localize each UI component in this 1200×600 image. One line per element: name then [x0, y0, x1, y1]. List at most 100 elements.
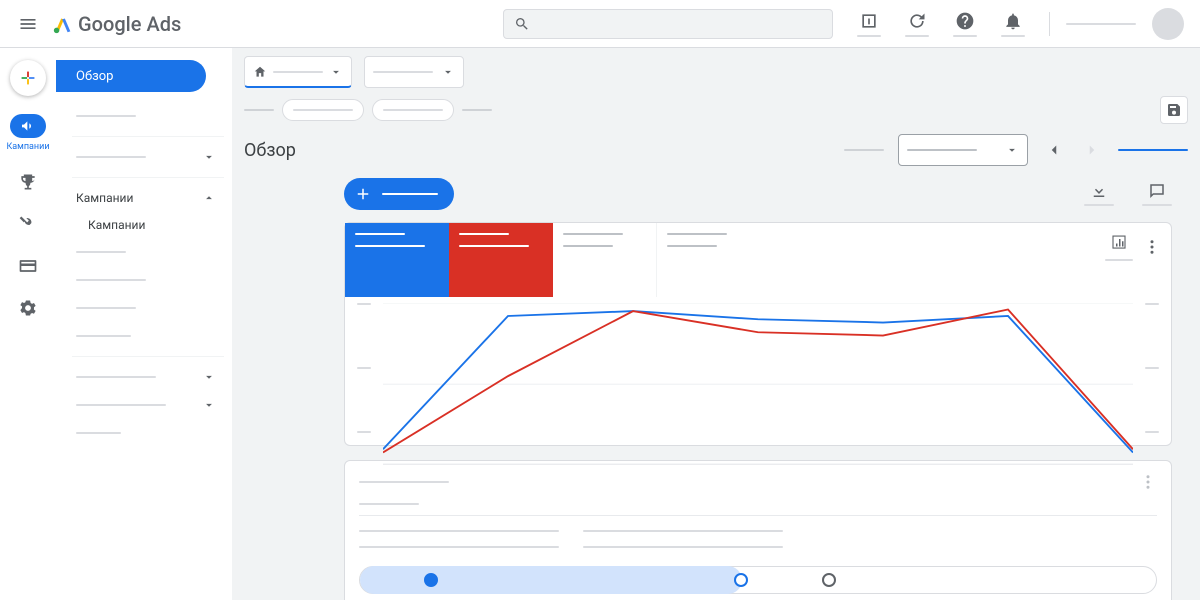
- chevron-down-icon: [202, 370, 216, 384]
- filter-chip[interactable]: [282, 99, 364, 121]
- nav-item-overview[interactable]: Обзор: [56, 60, 206, 92]
- rail-item-campaigns[interactable]: Кампании: [4, 114, 52, 152]
- new-campaign-button[interactable]: [344, 178, 454, 210]
- chevron-down-icon: [1005, 143, 1019, 157]
- date-next-button[interactable]: [1080, 138, 1104, 162]
- nav-item[interactable]: [56, 322, 224, 350]
- scope-selector-account[interactable]: [244, 56, 352, 88]
- scorecard-row: [345, 223, 1171, 297]
- header-search: [503, 9, 833, 39]
- scorecard-metric-3[interactable]: [553, 223, 657, 297]
- plus-icon: [17, 67, 39, 89]
- filter-chip-row: [232, 96, 1200, 134]
- rail-item-tools[interactable]: [4, 212, 52, 236]
- rail-item-goals[interactable]: [4, 170, 52, 194]
- chevron-down-icon: [329, 65, 343, 79]
- refresh-button[interactable]: [897, 4, 937, 44]
- header-divider: [1049, 12, 1050, 36]
- app-header: Google Ads: [0, 0, 1200, 48]
- recommendations-card: [344, 460, 1172, 600]
- rail-label-campaigns: Кампании: [6, 142, 49, 152]
- step-dot-3[interactable]: [822, 573, 836, 587]
- nav-panel: Обзор Кампании Кампании: [56, 48, 232, 600]
- account-name[interactable]: [1066, 23, 1136, 25]
- save-view-button[interactable]: [1160, 96, 1188, 124]
- help-icon: [955, 11, 975, 31]
- more-vert-icon[interactable]: [1143, 238, 1161, 256]
- tools-icon: [18, 214, 38, 234]
- nav-item[interactable]: [56, 266, 224, 294]
- main-content: Обзор: [232, 48, 1200, 600]
- scorecard-metric-4[interactable]: [657, 223, 761, 297]
- search-icon: [514, 16, 530, 32]
- feedback-button[interactable]: [1142, 182, 1172, 206]
- line-chart: [383, 303, 1133, 466]
- notifications-button[interactable]: [993, 4, 1033, 44]
- nav-item[interactable]: [56, 294, 224, 322]
- reports-icon: [859, 11, 879, 31]
- product-name: Google Ads: [78, 12, 181, 36]
- gear-icon: [18, 298, 38, 318]
- save-icon: [1166, 102, 1182, 118]
- more-vert-icon: [1139, 473, 1157, 491]
- performance-chart: [345, 297, 1171, 445]
- chevron-right-icon: [1083, 141, 1101, 159]
- chevron-down-icon: [441, 65, 455, 79]
- nav-item[interactable]: [56, 102, 224, 130]
- chevron-down-icon: [202, 398, 216, 412]
- chip-label: [462, 109, 492, 111]
- chevron-left-icon: [1045, 141, 1063, 159]
- card-controls: [1095, 223, 1171, 271]
- rail-item-billing[interactable]: [4, 254, 52, 278]
- google-ads-logo-icon: [52, 13, 74, 35]
- product-logo[interactable]: Google Ads: [52, 12, 181, 36]
- rail-item-admin[interactable]: [4, 296, 52, 320]
- help-button[interactable]: [945, 4, 985, 44]
- plus-icon: [354, 185, 372, 203]
- scorecard-metric-1[interactable]: [345, 223, 449, 297]
- chart-settings-icon[interactable]: [1110, 233, 1128, 251]
- nav-section-campaigns[interactable]: Кампании: [56, 184, 224, 212]
- card-menu-button[interactable]: [1139, 473, 1157, 491]
- action-row: [344, 178, 1172, 210]
- nav-item[interactable]: [56, 391, 224, 419]
- autoapply-label: [844, 149, 884, 151]
- download-icon: [1090, 182, 1108, 200]
- scorecard-metric-2[interactable]: [449, 223, 553, 297]
- progress-stepper: [359, 566, 1157, 594]
- date-range-selector[interactable]: [898, 134, 1028, 166]
- account-avatar[interactable]: [1152, 8, 1184, 40]
- create-button[interactable]: [10, 60, 46, 96]
- refresh-icon: [907, 11, 927, 31]
- filter-chip[interactable]: [372, 99, 454, 121]
- page-title-row: Обзор: [232, 134, 1200, 178]
- chip-label: [244, 109, 274, 111]
- chevron-up-icon: [202, 191, 216, 205]
- nav-subitem-campaigns[interactable]: Кампании: [56, 212, 224, 238]
- header-actions: [849, 4, 1192, 44]
- download-button[interactable]: [1084, 182, 1114, 206]
- nav-item[interactable]: [56, 143, 224, 171]
- nav-item[interactable]: [56, 238, 224, 266]
- card-icon: [18, 256, 38, 276]
- search-input[interactable]: [503, 9, 833, 39]
- menu-icon: [18, 14, 38, 34]
- scope-bar: [232, 48, 1200, 96]
- nav-item[interactable]: [56, 419, 224, 447]
- feedback-icon: [1148, 182, 1166, 200]
- scope-selector-campaign[interactable]: [364, 56, 464, 88]
- step-dot-2[interactable]: [734, 573, 748, 587]
- page-title: Обзор: [244, 140, 296, 161]
- date-prev-button[interactable]: [1042, 138, 1066, 162]
- performance-card: [344, 222, 1172, 446]
- compare-toggle[interactable]: [1118, 149, 1188, 151]
- reports-button[interactable]: [849, 4, 889, 44]
- icon-rail: Кампании: [0, 48, 56, 600]
- chevron-down-icon: [202, 150, 216, 164]
- trophy-icon: [18, 172, 38, 192]
- nav-item[interactable]: [56, 363, 224, 391]
- bell-icon: [1003, 11, 1023, 31]
- step-dot-1[interactable]: [424, 573, 438, 587]
- hamburger-menu-button[interactable]: [8, 4, 48, 44]
- home-icon: [253, 65, 267, 79]
